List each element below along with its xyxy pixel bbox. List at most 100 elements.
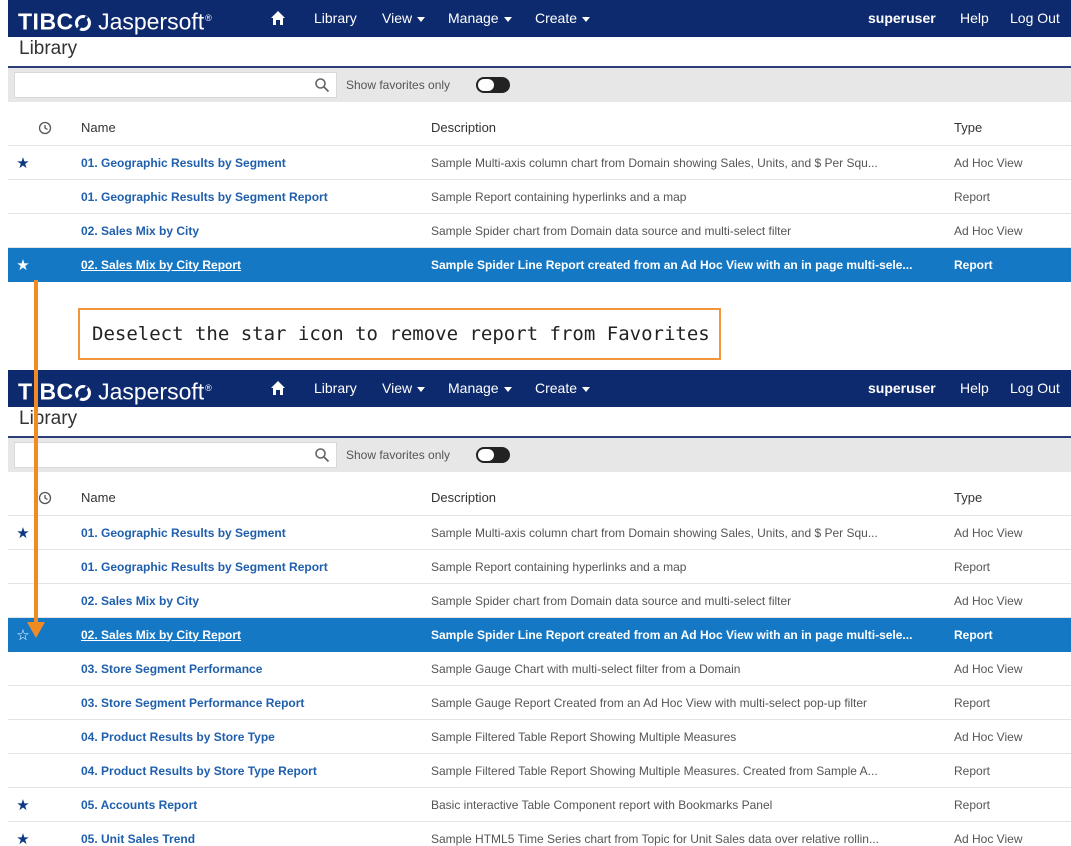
nav-help[interactable]: Help bbox=[960, 0, 989, 37]
table-row[interactable]: 04. Product Results by Store Type Sample… bbox=[8, 720, 1071, 754]
column-header-name[interactable]: Name bbox=[81, 490, 116, 505]
table-row[interactable]: 02. Sales Mix by City Sample Spider char… bbox=[8, 584, 1071, 618]
resource-description: Sample Filtered Table Report Showing Mul… bbox=[431, 763, 878, 778]
search-input[interactable] bbox=[14, 442, 337, 468]
nav-library[interactable]: Library bbox=[314, 0, 357, 37]
toggle-knob bbox=[478, 79, 494, 91]
resource-name-link[interactable]: 01. Geographic Results by Segment bbox=[81, 156, 286, 170]
nav-create-menu[interactable]: Create bbox=[535, 0, 591, 37]
annotation-arrow-head-icon bbox=[27, 622, 45, 638]
library-screen-before: TIBC Jaspersoft® Library View Manage Cre… bbox=[0, 0, 1071, 300]
table-row[interactable]: 01. Geographic Results by Segment Report… bbox=[8, 550, 1071, 584]
nav-logout[interactable]: Log Out bbox=[1010, 370, 1060, 407]
table-row[interactable]: ★ 05. Unit Sales Trend Sample HTML5 Time… bbox=[8, 822, 1071, 846]
logo-swirl-icon bbox=[74, 14, 91, 31]
logo-tibco-text: TIBC bbox=[18, 8, 74, 35]
resource-name-link[interactable]: 01. Geographic Results by Segment bbox=[81, 526, 286, 540]
table-row[interactable]: ★ 05. Accounts Report Basic interactive … bbox=[8, 788, 1071, 822]
table-row[interactable]: 01. Geographic Results by Segment Report… bbox=[8, 180, 1071, 214]
library-toolbar: Show favorites only bbox=[8, 68, 1071, 102]
search-input[interactable] bbox=[14, 72, 337, 98]
resource-name-link[interactable]: 05. Accounts Report bbox=[81, 798, 197, 812]
search-icon[interactable] bbox=[314, 447, 330, 463]
resource-name-link[interactable]: 04. Product Results by Store Type bbox=[81, 730, 275, 744]
jaspersoft-logo[interactable]: TIBC Jaspersoft® bbox=[18, 373, 212, 405]
toggle-knob bbox=[478, 449, 494, 461]
column-header-type[interactable]: Type bbox=[954, 120, 982, 135]
nav-view-label: View bbox=[382, 10, 413, 26]
column-header-description[interactable]: Description bbox=[431, 120, 496, 135]
resource-name-link[interactable]: 01. Geographic Results by Segment Report bbox=[81, 190, 328, 204]
resource-name-link[interactable]: 02. Sales Mix by City bbox=[81, 224, 199, 238]
resource-name-link[interactable]: 01. Geographic Results by Segment Report bbox=[81, 560, 328, 574]
favorite-star-icon[interactable]: ★ bbox=[16, 796, 29, 814]
resource-type: Ad Hoc View bbox=[954, 831, 1023, 846]
clock-icon[interactable] bbox=[37, 120, 53, 136]
favorites-only-toggle[interactable] bbox=[476, 77, 510, 93]
chevron-down-icon bbox=[582, 16, 591, 22]
table-row[interactable]: 03. Store Segment Performance Sample Gau… bbox=[8, 652, 1071, 686]
favorites-only-toggle[interactable] bbox=[476, 447, 510, 463]
resource-description: Sample Spider Line Report created from a… bbox=[431, 257, 913, 272]
table-row[interactable]: 04. Product Results by Store Type Report… bbox=[8, 754, 1071, 788]
nav-library[interactable]: Library bbox=[314, 370, 357, 407]
nav-user[interactable]: superuser bbox=[868, 370, 936, 407]
resource-description: Sample Spider Line Report created from a… bbox=[431, 627, 913, 642]
clock-icon[interactable] bbox=[37, 490, 53, 506]
nav-user[interactable]: superuser bbox=[868, 0, 936, 37]
resource-table: Name Description Type ★ 01. Geographic R… bbox=[8, 480, 1071, 846]
nav-logout[interactable]: Log Out bbox=[1010, 0, 1060, 37]
nav-view-menu[interactable]: View bbox=[382, 370, 426, 407]
nav-create-menu[interactable]: Create bbox=[535, 370, 591, 407]
resource-description: Sample Spider chart from Domain data sou… bbox=[431, 223, 792, 238]
column-header-name[interactable]: Name bbox=[81, 120, 116, 135]
resource-type: Report bbox=[954, 763, 991, 778]
table-header-row: Name Description Type bbox=[8, 480, 1071, 516]
instruction-callout: Deselect the star icon to remove report … bbox=[78, 308, 721, 360]
table-row[interactable]: ★ 01. Geographic Results by Segment Samp… bbox=[8, 146, 1071, 180]
logo-tibco-text: TIBC bbox=[18, 378, 74, 405]
favorite-star-icon[interactable]: ★ bbox=[16, 830, 29, 846]
resource-name-link[interactable]: 04. Product Results by Store Type Report bbox=[81, 764, 317, 778]
page-title: Library bbox=[19, 408, 78, 429]
chevron-down-icon bbox=[417, 16, 426, 22]
nav-create-label: Create bbox=[535, 10, 578, 26]
chevron-down-icon bbox=[417, 386, 426, 392]
resource-type: Report bbox=[954, 559, 991, 574]
table-row[interactable]: 03. Store Segment Performance Report Sam… bbox=[8, 686, 1071, 720]
favorite-star-icon[interactable]: ★ bbox=[16, 524, 29, 542]
table-row[interactable]: ★ 01. Geographic Results by Segment Samp… bbox=[8, 516, 1071, 550]
resource-name-link[interactable]: 03. Store Segment Performance bbox=[81, 662, 262, 676]
resource-type: Report bbox=[954, 627, 993, 642]
resource-description: Sample Multi-axis column chart from Doma… bbox=[431, 525, 878, 540]
home-icon[interactable] bbox=[270, 380, 286, 396]
resource-description: Sample Report containing hyperlinks and … bbox=[431, 559, 687, 574]
table-row-selected[interactable]: ☆ 02. Sales Mix by City Report Sample Sp… bbox=[8, 618, 1071, 652]
nav-view-menu[interactable]: View bbox=[382, 0, 426, 37]
resource-name-link[interactable]: 02. Sales Mix by City bbox=[81, 594, 199, 608]
nav-create-label: Create bbox=[535, 380, 578, 396]
table-row-selected[interactable]: ★ 02. Sales Mix by City Report Sample Sp… bbox=[8, 248, 1071, 282]
favorite-star-icon[interactable]: ★ bbox=[16, 256, 29, 274]
favorites-only-label: Show favorites only bbox=[346, 448, 451, 462]
column-header-description[interactable]: Description bbox=[431, 490, 496, 505]
table-row[interactable]: 02. Sales Mix by City Sample Spider char… bbox=[8, 214, 1071, 248]
favorite-star-icon[interactable]: ★ bbox=[16, 154, 29, 172]
nav-help[interactable]: Help bbox=[960, 370, 989, 407]
resource-type: Report bbox=[954, 257, 993, 272]
home-icon[interactable] bbox=[270, 10, 286, 26]
nav-manage-menu[interactable]: Manage bbox=[448, 370, 512, 407]
jaspersoft-logo[interactable]: TIBC Jaspersoft® bbox=[18, 3, 212, 35]
resource-name-link[interactable]: 02. Sales Mix by City Report bbox=[81, 628, 241, 642]
search-icon[interactable] bbox=[314, 77, 330, 93]
resource-type: Ad Hoc View bbox=[954, 729, 1023, 744]
resource-name-link[interactable]: 05. Unit Sales Trend bbox=[81, 832, 195, 846]
resource-description: Basic interactive Table Component report… bbox=[431, 797, 773, 812]
nav-manage-menu[interactable]: Manage bbox=[448, 0, 512, 37]
column-header-type[interactable]: Type bbox=[954, 490, 982, 505]
resource-type: Ad Hoc View bbox=[954, 525, 1023, 540]
resource-type: Report bbox=[954, 797, 991, 812]
resource-name-link[interactable]: 02. Sales Mix by City Report bbox=[81, 258, 241, 272]
resource-name-link[interactable]: 03. Store Segment Performance Report bbox=[81, 696, 304, 710]
resource-description: Sample Multi-axis column chart from Doma… bbox=[431, 155, 878, 170]
